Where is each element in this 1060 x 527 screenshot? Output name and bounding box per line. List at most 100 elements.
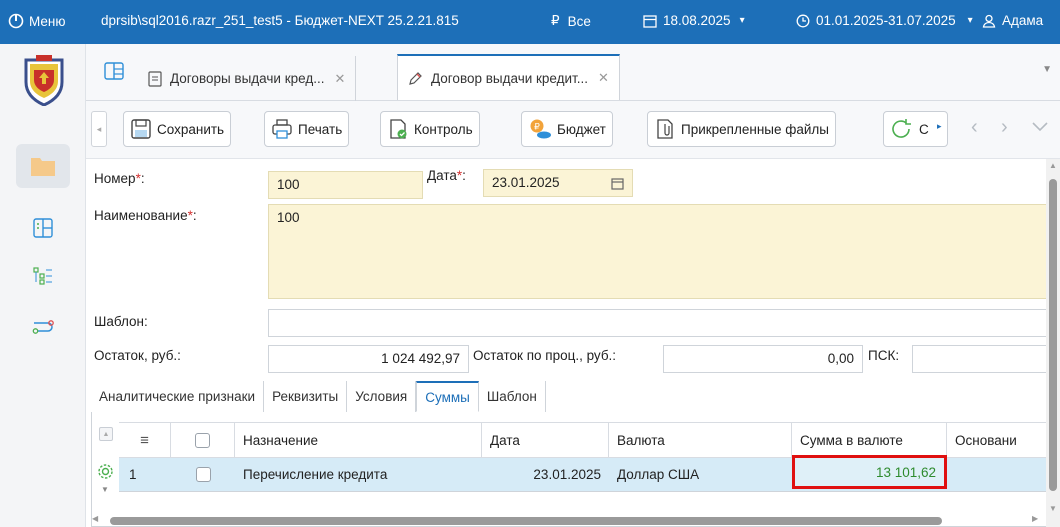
chevron-down-icon [1032, 122, 1048, 132]
document-icon [148, 70, 162, 87]
tab-label: Договор выдачи кредит... [431, 70, 588, 86]
layout-toggle-button[interactable] [104, 62, 124, 83]
column-header-basis[interactable]: Основани [947, 423, 1053, 457]
name-value: 100 [277, 210, 300, 225]
template-field[interactable] [268, 309, 1052, 337]
route-icon [32, 320, 54, 334]
grid-settings-button[interactable] [97, 463, 114, 483]
vertical-scrollbar[interactable]: ▲ ▼ [1046, 159, 1060, 527]
close-icon[interactable]: ✕ [598, 70, 609, 86]
column-menu-button[interactable]: ≡ [119, 423, 171, 457]
date-label: 18.08.2025 [663, 13, 731, 28]
next-record-button[interactable]: › [1001, 116, 1008, 139]
column-header-date[interactable]: Дата [482, 423, 609, 457]
tabs-overflow-button[interactable]: ▼ [1042, 64, 1052, 75]
select-all-checkbox[interactable] [195, 432, 210, 448]
row-checkbox[interactable] [195, 467, 211, 482]
scroll-right-arrow[interactable]: ▶ [1032, 514, 1038, 523]
clock-icon [796, 14, 810, 27]
cell-purpose[interactable]: Перечисление кредита [235, 458, 482, 491]
menu-button[interactable]: Меню [8, 13, 66, 29]
tab-amounts[interactable]: Суммы [416, 381, 479, 412]
check-document-icon [390, 119, 407, 139]
horizontal-scrollbar[interactable]: ◀ ▶ [92, 514, 1044, 527]
select-all-checkbox-cell[interactable] [171, 423, 235, 457]
dashboard-icon [33, 218, 53, 238]
budget-button[interactable]: ₽ Бюджет [521, 111, 613, 147]
printer-icon [272, 119, 292, 139]
svg-text:₽: ₽ [534, 122, 540, 132]
budget-icon: ₽ [530, 119, 551, 139]
date-selector[interactable]: 18.08.2025 ▾ [643, 13, 745, 28]
calendar-icon[interactable] [611, 177, 624, 190]
nav-tree[interactable] [16, 254, 70, 298]
period-label: 01.01.2025-31.07.2025 [816, 13, 956, 28]
scroll-thumb[interactable] [1049, 179, 1057, 491]
save-icon [131, 119, 151, 139]
table-row[interactable]: 1 Перечисление кредита 23.01.2025 Доллар… [119, 455, 1053, 492]
print-button[interactable]: Печать [264, 111, 350, 147]
column-header-currency[interactable]: Валюта [609, 423, 792, 457]
coat-of-arms-logo [24, 55, 64, 106]
tab-analytics[interactable]: Аналитические признаки [91, 381, 265, 412]
nav-folders[interactable] [16, 144, 70, 188]
row-number: 1 [129, 467, 137, 482]
date-label: Дата*: [427, 168, 466, 183]
scroll-down-arrow[interactable]: ▼ [1049, 504, 1057, 513]
column-header-amount[interactable]: Сумма в валюте [792, 423, 947, 457]
save-label: Сохранить [157, 121, 225, 137]
tree-list-icon [33, 267, 52, 285]
tab-requisites[interactable]: Реквизиты [264, 381, 348, 412]
tab-template[interactable]: Шаблон [479, 381, 546, 412]
control-button[interactable]: Контроль [380, 111, 480, 147]
psk-label: ПСК: [868, 348, 900, 363]
tab-label: Договоры выдачи кред... [170, 71, 325, 86]
cell-amount[interactable]: 13 101,62 [792, 455, 947, 489]
template-label: Шаблон: [94, 314, 148, 329]
tab-contracts-list[interactable]: Договоры выдачи кред... ✕ [138, 56, 357, 101]
user-menu[interactable]: Адама [982, 13, 1043, 28]
name-field[interactable]: 100 [268, 204, 1052, 299]
date-value: 23.01.2025 [492, 175, 560, 190]
period-selector[interactable]: 01.01.2025-31.07.2025 ▾ [796, 13, 973, 28]
grid-scroll-down-button[interactable]: ▼ [101, 485, 109, 494]
toolbar-scroll-left-button[interactable]: ◂ [91, 111, 107, 147]
nav-routes[interactable] [16, 305, 70, 349]
save-button[interactable]: Сохранить [123, 111, 232, 147]
grid-header: ≡ Назначение Дата Валюта Сумма в валюте … [119, 422, 1053, 458]
filter-selector[interactable]: ₽ Все [551, 13, 591, 29]
balance-field[interactable]: 1 024 492,97 [268, 345, 469, 373]
expand-button[interactable] [1032, 120, 1048, 135]
close-icon[interactable]: ✕ [334, 71, 345, 87]
scroll-left-arrow[interactable]: ◀ [92, 514, 98, 523]
prev-record-button[interactable]: ‹ [971, 116, 978, 139]
column-header-purpose[interactable]: Назначение [235, 423, 482, 457]
budget-label: Бюджет [557, 121, 606, 137]
grid-scroll-up-button[interactable]: ▲ [99, 427, 113, 441]
power-icon [8, 13, 24, 29]
tab-contract-edit[interactable]: Договор выдачи кредит... ✕ [397, 54, 620, 100]
interest-balance-label: Остаток по проц., руб.: [473, 348, 617, 363]
gear-icon [98, 464, 113, 479]
row-checkbox-cell[interactable] [171, 458, 235, 491]
user-icon [982, 14, 996, 28]
nav-dashboard[interactable] [16, 206, 70, 250]
toolbar-scroll-right-button[interactable]: ▸ [937, 121, 947, 139]
cell-currency[interactable]: Доллар США [609, 458, 792, 491]
chevron-down-icon: ▾ [967, 15, 973, 26]
interest-balance-field[interactable]: 0,00 [663, 345, 863, 373]
refresh-icon [892, 119, 911, 138]
scroll-up-arrow[interactable]: ▲ [1049, 161, 1057, 170]
number-field[interactable]: 100 [268, 171, 423, 199]
amounts-grid: ▲ ▼ ≡ Назначение Дата Валюта Сумма в вал… [91, 412, 1053, 527]
cell-date[interactable]: 23.01.2025 [482, 458, 609, 491]
psk-field[interactable] [912, 345, 1052, 373]
chevron-down-icon: ▾ [739, 15, 745, 26]
cell-basis[interactable] [947, 458, 1053, 491]
window-title: dprsib\sql2016.razr_251_test5 - Бюджет-N… [101, 13, 459, 28]
tab-conditions[interactable]: Условия [347, 381, 417, 412]
date-field[interactable]: 23.01.2025 [483, 169, 633, 197]
balance-label: Остаток, руб.: [94, 348, 181, 363]
attached-files-button[interactable]: Прикрепленные файлы [647, 111, 836, 147]
scroll-thumb[interactable] [110, 517, 942, 525]
